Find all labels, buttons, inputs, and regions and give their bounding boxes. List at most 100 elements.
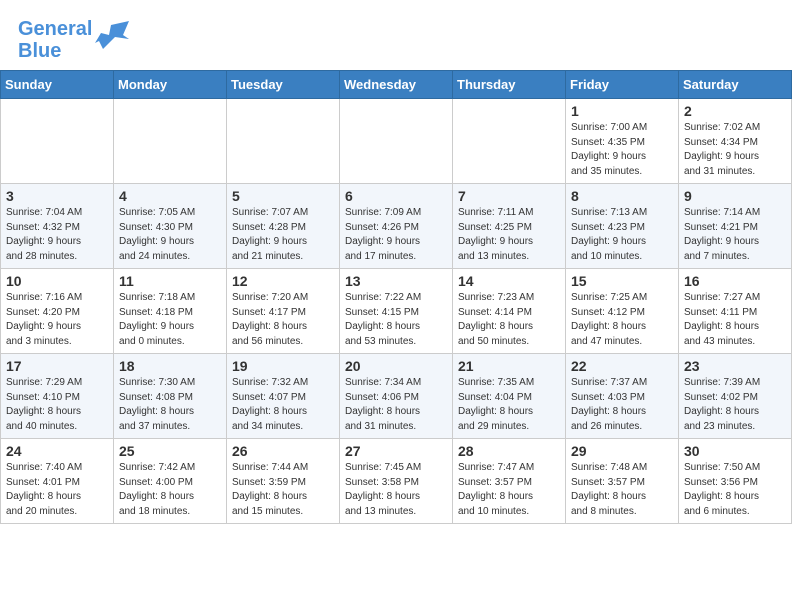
- day-info: Sunrise: 7:48 AM Sunset: 3:57 PM Dayligh…: [571, 461, 673, 519]
- day-info: Sunrise: 7:18 AM Sunset: 4:18 PM Dayligh…: [119, 291, 221, 349]
- calendar-day-11: 11 Sunrise: 7:18 AM Sunset: 4:18 PM Dayli…: [114, 269, 227, 354]
- day-number: 4: [119, 188, 221, 204]
- day-number: 19: [232, 358, 334, 374]
- calendar-day-3: 3 Sunrise: 7:04 AM Sunset: 4:32 PM Daylig…: [1, 184, 114, 269]
- empty-cell: [1, 99, 114, 184]
- day-number: 17: [6, 358, 108, 374]
- day-info: Sunrise: 7:32 AM Sunset: 4:07 PM Dayligh…: [232, 376, 334, 434]
- day-number: 6: [345, 188, 447, 204]
- calendar-day-7: 7 Sunrise: 7:11 AM Sunset: 4:25 PM Daylig…: [453, 184, 566, 269]
- empty-cell: [227, 99, 340, 184]
- calendar-day-29: 29 Sunrise: 7:48 AM Sunset: 3:57 PM Dayli…: [566, 439, 679, 524]
- day-info: Sunrise: 7:22 AM Sunset: 4:15 PM Dayligh…: [345, 291, 447, 349]
- calendar-day-10: 10 Sunrise: 7:16 AM Sunset: 4:20 PM Dayli…: [1, 269, 114, 354]
- calendar-week-1: 1Sunrise: 7:00 AM Sunset: 4:35 PM Daylig…: [1, 99, 792, 184]
- day-number: 14: [458, 273, 560, 289]
- day-info: Sunrise: 7:11 AM Sunset: 4:25 PM Dayligh…: [458, 206, 560, 264]
- day-info: Sunrise: 7:02 AM Sunset: 4:34 PM Dayligh…: [684, 121, 786, 179]
- weekday-header-row: SundayMondayTuesdayWednesdayThursdayFrid…: [1, 71, 792, 99]
- day-info: Sunrise: 7:29 AM Sunset: 4:10 PM Dayligh…: [6, 376, 108, 434]
- calendar-day-12: 12 Sunrise: 7:20 AM Sunset: 4:17 PM Dayli…: [227, 269, 340, 354]
- day-info: Sunrise: 7:45 AM Sunset: 3:58 PM Dayligh…: [345, 461, 447, 519]
- calendar-day-30: 30Sunrise: 7:50 AM Sunset: 3:56 PM Dayli…: [679, 439, 792, 524]
- calendar-day-2: 2 Sunrise: 7:02 AM Sunset: 4:34 PM Daylig…: [679, 99, 792, 184]
- day-number: 7: [458, 188, 560, 204]
- day-number: 11: [119, 273, 221, 289]
- calendar-day-1: 1Sunrise: 7:00 AM Sunset: 4:35 PM Daylig…: [566, 99, 679, 184]
- day-info: Sunrise: 7:13 AM Sunset: 4:23 PM Dayligh…: [571, 206, 673, 264]
- weekday-thursday: Thursday: [453, 71, 566, 99]
- day-info: Sunrise: 7:27 AM Sunset: 4:11 PM Dayligh…: [684, 291, 786, 349]
- day-info: Sunrise: 7:14 AM Sunset: 4:21 PM Dayligh…: [684, 206, 786, 264]
- day-info: Sunrise: 7:44 AM Sunset: 3:59 PM Dayligh…: [232, 461, 334, 519]
- day-number: 30: [684, 443, 786, 459]
- calendar-week-2: 3 Sunrise: 7:04 AM Sunset: 4:32 PM Daylig…: [1, 184, 792, 269]
- empty-cell: [453, 99, 566, 184]
- day-number: 29: [571, 443, 673, 459]
- day-info: Sunrise: 7:39 AM Sunset: 4:02 PM Dayligh…: [684, 376, 786, 434]
- day-info: Sunrise: 7:20 AM Sunset: 4:17 PM Dayligh…: [232, 291, 334, 349]
- logo-bird-icon: [95, 21, 129, 56]
- day-info: Sunrise: 7:23 AM Sunset: 4:14 PM Dayligh…: [458, 291, 560, 349]
- day-info: Sunrise: 7:07 AM Sunset: 4:28 PM Dayligh…: [232, 206, 334, 264]
- day-info: Sunrise: 7:34 AM Sunset: 4:06 PM Dayligh…: [345, 376, 447, 434]
- weekday-friday: Friday: [566, 71, 679, 99]
- calendar-day-13: 13 Sunrise: 7:22 AM Sunset: 4:15 PM Dayli…: [340, 269, 453, 354]
- day-info: Sunrise: 7:35 AM Sunset: 4:04 PM Dayligh…: [458, 376, 560, 434]
- calendar-day-16: 16Sunrise: 7:27 AM Sunset: 4:11 PM Dayli…: [679, 269, 792, 354]
- day-number: 24: [6, 443, 108, 459]
- day-info: Sunrise: 7:05 AM Sunset: 4:30 PM Dayligh…: [119, 206, 221, 264]
- empty-cell: [340, 99, 453, 184]
- calendar-day-24: 24 Sunrise: 7:40 AM Sunset: 4:01 PM Dayli…: [1, 439, 114, 524]
- calendar-day-4: 4 Sunrise: 7:05 AM Sunset: 4:30 PM Daylig…: [114, 184, 227, 269]
- page-header: General Blue: [0, 0, 792, 70]
- calendar-day-27: 27 Sunrise: 7:45 AM Sunset: 3:58 PM Dayli…: [340, 439, 453, 524]
- day-number: 21: [458, 358, 560, 374]
- day-number: 1: [571, 103, 673, 119]
- logo-line2: Blue: [18, 40, 92, 62]
- day-number: 15: [571, 273, 673, 289]
- weekday-monday: Monday: [114, 71, 227, 99]
- day-info: Sunrise: 7:37 AM Sunset: 4:03 PM Dayligh…: [571, 376, 673, 434]
- day-number: 2: [684, 103, 786, 119]
- calendar-day-20: 20 Sunrise: 7:34 AM Sunset: 4:06 PM Dayli…: [340, 354, 453, 439]
- day-number: 13: [345, 273, 447, 289]
- day-info: Sunrise: 7:47 AM Sunset: 3:57 PM Dayligh…: [458, 461, 560, 519]
- day-number: 25: [119, 443, 221, 459]
- day-info: Sunrise: 7:40 AM Sunset: 4:01 PM Dayligh…: [6, 461, 108, 519]
- calendar-day-17: 17 Sunrise: 7:29 AM Sunset: 4:10 PM Dayli…: [1, 354, 114, 439]
- calendar-table: SundayMondayTuesdayWednesdayThursdayFrid…: [0, 70, 792, 524]
- weekday-wednesday: Wednesday: [340, 71, 453, 99]
- day-info: Sunrise: 7:04 AM Sunset: 4:32 PM Dayligh…: [6, 206, 108, 264]
- calendar-week-5: 24 Sunrise: 7:40 AM Sunset: 4:01 PM Dayli…: [1, 439, 792, 524]
- day-info: Sunrise: 7:25 AM Sunset: 4:12 PM Dayligh…: [571, 291, 673, 349]
- day-number: 3: [6, 188, 108, 204]
- calendar-day-8: 8 Sunrise: 7:13 AM Sunset: 4:23 PM Daylig…: [566, 184, 679, 269]
- day-number: 5: [232, 188, 334, 204]
- day-number: 20: [345, 358, 447, 374]
- logo-line1: General: [18, 18, 92, 40]
- calendar-day-18: 18 Sunrise: 7:30 AM Sunset: 4:08 PM Dayli…: [114, 354, 227, 439]
- day-number: 23: [684, 358, 786, 374]
- calendar-day-14: 14 Sunrise: 7:23 AM Sunset: 4:14 PM Dayli…: [453, 269, 566, 354]
- day-number: 27: [345, 443, 447, 459]
- day-info: Sunrise: 7:16 AM Sunset: 4:20 PM Dayligh…: [6, 291, 108, 349]
- day-number: 9: [684, 188, 786, 204]
- day-info: Sunrise: 7:30 AM Sunset: 4:08 PM Dayligh…: [119, 376, 221, 434]
- calendar-day-6: 6Sunrise: 7:09 AM Sunset: 4:26 PM Daylig…: [340, 184, 453, 269]
- day-number: 12: [232, 273, 334, 289]
- empty-cell: [114, 99, 227, 184]
- weekday-tuesday: Tuesday: [227, 71, 340, 99]
- logo: General Blue: [18, 18, 129, 62]
- day-number: 10: [6, 273, 108, 289]
- calendar-day-25: 25 Sunrise: 7:42 AM Sunset: 4:00 PM Dayli…: [114, 439, 227, 524]
- day-number: 18: [119, 358, 221, 374]
- calendar-day-26: 26Sunrise: 7:44 AM Sunset: 3:59 PM Dayli…: [227, 439, 340, 524]
- calendar-day-21: 21 Sunrise: 7:35 AM Sunset: 4:04 PM Dayli…: [453, 354, 566, 439]
- day-info: Sunrise: 7:42 AM Sunset: 4:00 PM Dayligh…: [119, 461, 221, 519]
- calendar-day-5: 5 Sunrise: 7:07 AM Sunset: 4:28 PM Daylig…: [227, 184, 340, 269]
- weekday-saturday: Saturday: [679, 71, 792, 99]
- day-number: 22: [571, 358, 673, 374]
- calendar-day-22: 22 Sunrise: 7:37 AM Sunset: 4:03 PM Dayli…: [566, 354, 679, 439]
- day-number: 8: [571, 188, 673, 204]
